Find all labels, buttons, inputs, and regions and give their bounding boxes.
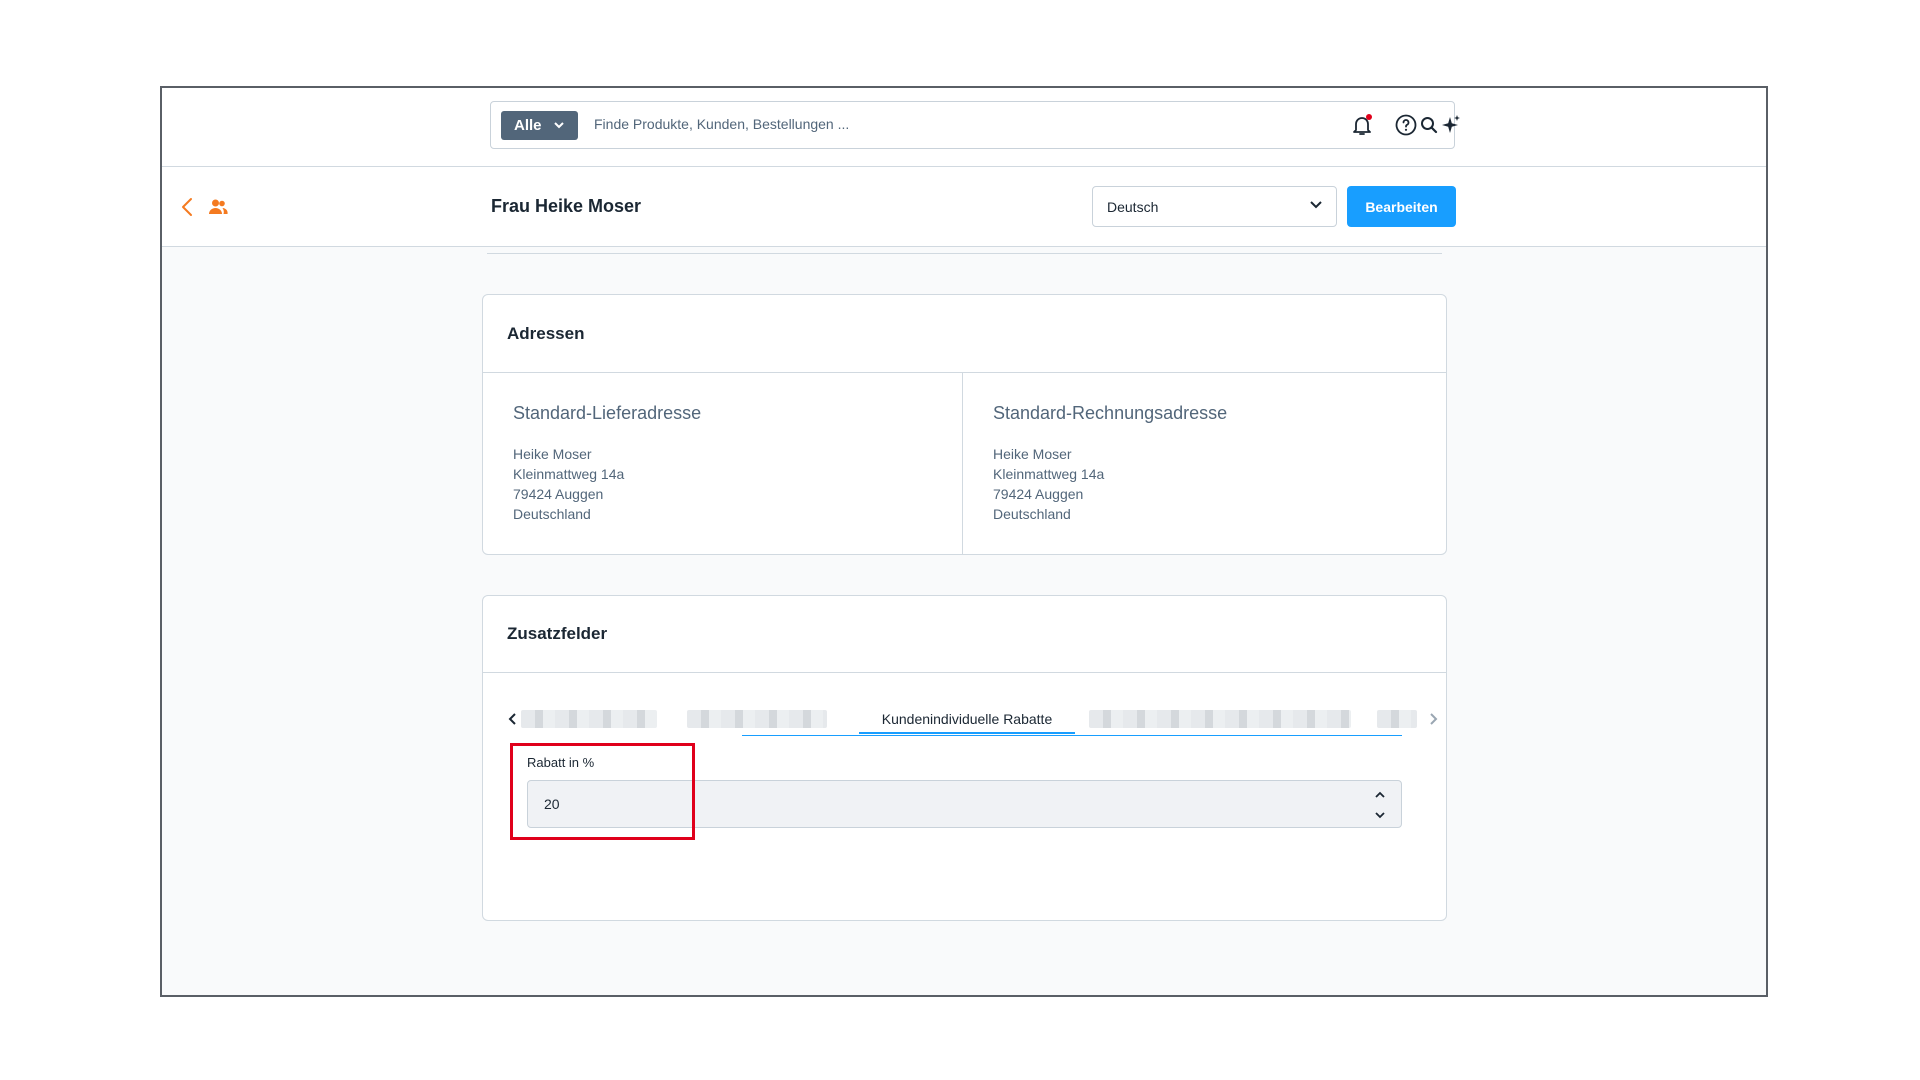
custom-fields-title: Zusatzfelder <box>507 624 608 643</box>
stepper-icon[interactable] <box>1373 787 1387 823</box>
chevron-right-icon[interactable] <box>1427 712 1439 726</box>
shipping-address: Standard-Lieferadresse Heike Moser Klein… <box>483 373 962 554</box>
search-scope-label: Alle <box>514 117 542 134</box>
address-line: Deutschland <box>513 506 591 522</box>
billing-address-lines: Heike Moser Kleinmattweg 14a 79424 Augge… <box>993 444 1104 524</box>
search-icon[interactable] <box>1420 116 1438 134</box>
address-line: Deutschland <box>993 506 1071 522</box>
top-bar: Alle Finde Produkte, Kunden, Bestellunge… <box>162 88 1766 167</box>
tab-underline <box>742 735 1402 736</box>
search-scope-dropdown[interactable]: Alle <box>501 111 578 140</box>
shipping-address-heading: Standard-Lieferadresse <box>513 403 702 423</box>
users-icon <box>209 199 228 214</box>
address-line: Kleinmattweg 14a <box>513 466 625 482</box>
tab-redacted[interactable] <box>1377 710 1417 728</box>
chevron-down-icon <box>1310 201 1322 209</box>
page-header: Frau Heike Moser Deutsch Bearbeiten <box>162 167 1766 247</box>
tab-kundenindividuelle-rabatte[interactable]: Kundenindividuelle Rabatte <box>859 706 1075 734</box>
address-line: Heike Moser <box>993 446 1072 462</box>
shipping-address-lines: Heike Moser Kleinmattweg 14a 79424 Augge… <box>513 444 624 524</box>
billing-address-heading: Standard-Rechnungsadresse <box>993 403 1228 423</box>
page-title: Frau Heike Moser <box>491 196 642 216</box>
tab-redacted[interactable] <box>687 710 827 728</box>
address-line: Kleinmattweg 14a <box>993 466 1105 482</box>
language-select[interactable]: Deutsch <box>1092 186 1337 227</box>
chevron-left-icon[interactable] <box>507 712 519 726</box>
edit-button[interactable]: Bearbeiten <box>1347 186 1456 227</box>
back-icon[interactable] <box>180 197 194 217</box>
addresses-card: Adressen Standard-Lieferadresse Heike Mo… <box>482 294 1447 555</box>
address-line: 79424 Auggen <box>993 486 1084 502</box>
card-divider <box>483 672 1446 673</box>
addresses-title: Adressen <box>507 324 585 343</box>
main-content: Adressen Standard-Lieferadresse Heike Mo… <box>162 247 1766 995</box>
custom-field-tabs: Kundenindividuelle Rabatte <box>507 706 1439 736</box>
address-line: Heike Moser <box>513 446 592 462</box>
tab-redacted[interactable] <box>1089 710 1351 728</box>
help-icon[interactable] <box>1394 113 1418 137</box>
highlight-box <box>510 743 695 840</box>
chevron-down-icon <box>553 122 564 129</box>
bell-icon[interactable] <box>1350 113 1374 137</box>
global-search[interactable]: Alle Finde Produkte, Kunden, Bestellunge… <box>490 101 1455 149</box>
billing-address: Standard-Rechnungsadresse Heike Moser Kl… <box>963 373 1446 554</box>
sparkles-icon[interactable] <box>1438 113 1462 137</box>
divider <box>487 253 1442 254</box>
app-window: Alle Finde Produkte, Kunden, Bestellunge… <box>160 86 1768 997</box>
language-select-value: Deutsch <box>1107 198 1159 215</box>
address-line: 79424 Auggen <box>513 486 604 502</box>
search-input[interactable]: Finde Produkte, Kunden, Bestellungen ... <box>594 116 849 132</box>
tab-redacted[interactable] <box>521 710 657 728</box>
